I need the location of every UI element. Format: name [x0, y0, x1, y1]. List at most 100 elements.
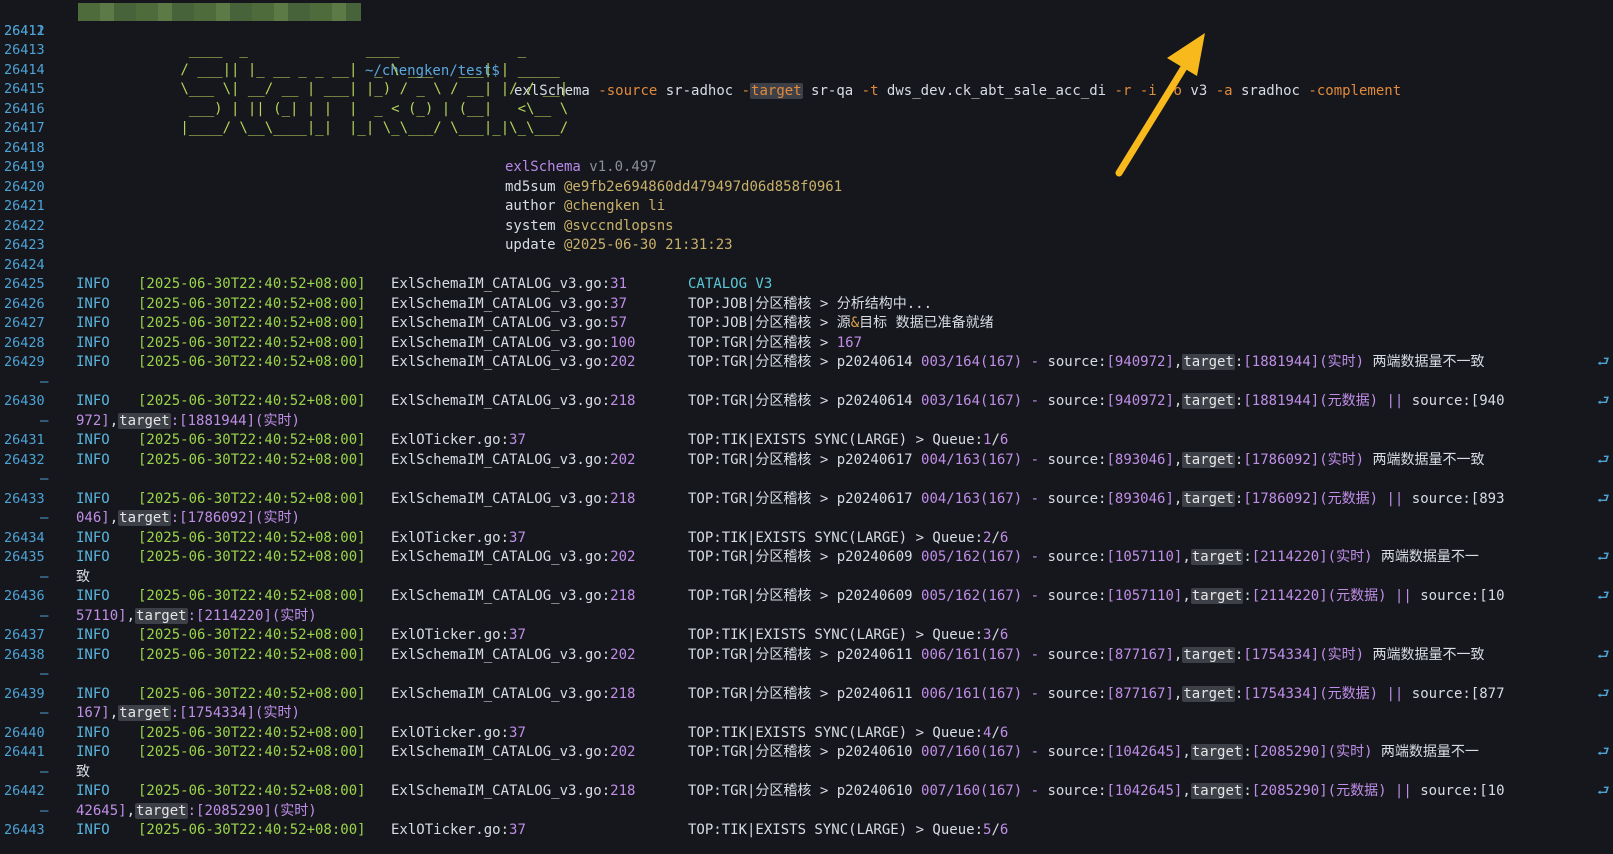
log-level: INFO [76, 549, 110, 565]
log-level: INFO [76, 295, 110, 312]
message-token: source:[940 [1411, 393, 1505, 409]
banner-row: 26416 ___) | || (_| | | | _ < (_) | (__|… [0, 99, 1613, 119]
meta-value: @svccndlopsns [555, 217, 674, 234]
meta-key: system @svccndlopsns [505, 217, 674, 234]
message-token: TOP:TIK|EXISTS SYNC(LARGE) > Queue: [688, 724, 984, 741]
log-message-continuation: 42645],target:[2085290](实时) [76, 801, 317, 821]
log-message-continuation: 致 [76, 567, 90, 587]
separator: : [500, 724, 510, 741]
terminal-window[interactable]: 26411 ~/chengken/test$ exlSchema -source… [0, 0, 1613, 854]
message-token: :[2085290](实时) [187, 802, 317, 819]
message-token: TOP:TGR|分区稽核 > p20240610 [688, 783, 922, 799]
log-message-continuation: 57110],target:[2114220](实时) [76, 606, 317, 626]
log-source-line: 37 [509, 432, 526, 448]
log-timestamp: [2025-06-30T22:40:52+08:00] [138, 627, 366, 643]
log-row-continuation: – 972],target:[1881944](实时) [0, 411, 1613, 431]
message-token: [1057110] [1106, 549, 1183, 565]
message-token: TOP:TIK|EXISTS SYNC(LARGE) > Queue: [688, 432, 984, 448]
log-level: INFO [76, 315, 110, 331]
message-token: , [1182, 549, 1191, 565]
message-token: , [109, 412, 119, 429]
wrap-dash-icon: – [40, 666, 49, 682]
message-token: source: [1047, 451, 1107, 468]
message-token: source:[893 [1411, 490, 1505, 507]
message-token: 6 [999, 822, 1009, 838]
log-timestamp: [2025-06-30T22:40:52+08:00] [138, 685, 366, 702]
line-number: 26434 [4, 529, 45, 546]
log-row: 26427 INFO [2025-06-30T22:40:52+08:00] ExlS… [0, 313, 1613, 333]
log-level: INFO [76, 490, 110, 507]
log-source-line: 218 [610, 783, 636, 799]
message-token: [2114220](实时) [1251, 549, 1373, 565]
message-token: source: [1047, 354, 1107, 370]
wrap-indicator-icon: ⮐ [1597, 646, 1610, 663]
message-token: TOP:TGR|分区稽核 > p20240614 [688, 354, 922, 370]
log-message: TOP:TIK|EXISTS SYNC(LARGE) > Queue:5/6 [688, 820, 1008, 840]
log-source-file: ExlOTicker.go:37 [391, 529, 526, 546]
log-level: INFO [76, 588, 110, 604]
log-source-line: 202 [610, 354, 636, 370]
meta-row: 26419 exlSchema v1.0.497 [0, 157, 1613, 177]
log-level: INFO [76, 724, 110, 741]
message-token: 目标 数据已准备就绪 [859, 315, 994, 331]
log-row: 26426 INFO [2025-06-30T22:40:52+08:00] ExlS… [0, 294, 1613, 314]
message-token: 两端数据量不一 [1372, 744, 1479, 760]
message-token: [2085290](元数据) || [1251, 783, 1421, 799]
line-number: 26420 [4, 178, 45, 195]
message-token: target [1182, 393, 1235, 409]
message-token: , [126, 802, 136, 819]
message-token: [2085290](实时) [1251, 744, 1373, 760]
log-timestamp: [2025-06-30T22:40:52+08:00] [138, 432, 366, 448]
log-message: TOP:TGR|分区稽核 > p20240614 003/164(167) - … [688, 352, 1485, 372]
log-message: TOP:TGR|分区稽核 > 167 [688, 333, 862, 353]
log-message-continuation: 046],target:[1786092](实时) [76, 508, 300, 528]
message-token: 046] [76, 510, 110, 526]
message-token: [893046] [1106, 490, 1174, 507]
log-timestamp: [2025-06-30T22:40:52+08:00] [138, 529, 366, 546]
message-token: target [1190, 744, 1244, 760]
log-message: TOP:TGR|分区稽核 > p20240610 007/160(167) - … [688, 742, 1479, 762]
wrap-dash-icon: – [40, 373, 49, 390]
line-number: 26441 [4, 744, 45, 760]
log-timestamp: [2025-06-30T22:40:52+08:00] [138, 822, 366, 838]
separator: : [601, 588, 611, 604]
line-number: 26429 [4, 354, 45, 370]
log-source-file: ExlSchemaIM_CATALOG_v3.go:218 [391, 783, 636, 799]
message-token: , [126, 607, 136, 624]
wrap-dash-icon: – [40, 705, 49, 721]
log-source-file: ExlOTicker.go:37 [391, 432, 526, 448]
separator: : [601, 451, 611, 468]
line-number: 26427 [4, 315, 45, 331]
wrap-indicator-icon: ⮐ [1597, 549, 1610, 565]
annotation-arrow-icon [1115, 33, 1205, 177]
log-timestamp: [2025-06-30T22:40:52+08:00] [138, 393, 366, 409]
message-token: TOP:TIK|EXISTS SYNC(LARGE) > Queue: [688, 822, 984, 838]
log-level: INFO [76, 393, 110, 409]
message-token: :[1881944](实时) [170, 412, 300, 429]
wrap-dash-icon: – [40, 412, 49, 429]
message-token: [1042645] [1106, 744, 1183, 760]
message-token: [1881944](实时) [1243, 354, 1365, 370]
log-level: INFO [76, 276, 110, 292]
message-token: CATALOG V3 [688, 276, 773, 292]
log-message: TOP:TIK|EXISTS SYNC(LARGE) > Queue:2/6 [688, 528, 1008, 548]
log-source-line: 37 [509, 724, 526, 741]
message-token: 003/164(167) - [921, 354, 1048, 370]
log-row: 26435 INFO [2025-06-30T22:40:52+08:00] ExlS… [0, 547, 1613, 567]
log-row: 26431 INFO [2025-06-30T22:40:52+08:00] ExlO… [0, 430, 1613, 450]
wrap-indicator-icon: ⮐ [1597, 490, 1610, 507]
message-token: 致 [76, 568, 90, 585]
message-token: TOP:TGR|分区稽核 > [688, 334, 837, 351]
log-timestamp: [2025-06-30T22:40:52+08:00] [138, 783, 366, 799]
message-token: [1754334](实时) [1243, 646, 1365, 663]
banner-art: ____ _ ____ _ [172, 42, 527, 58]
line-number: 26415 [4, 81, 45, 97]
log-level: INFO [76, 354, 110, 370]
log-source-line: 202 [610, 549, 636, 565]
message-token: 972] [76, 412, 110, 429]
separator: : [601, 744, 611, 760]
banner-row: 26415 \___ \| __/ __ | ___| |_) / _ \ / … [0, 79, 1613, 99]
log-source-line: 37 [509, 627, 526, 643]
separator: : [601, 315, 611, 331]
log-source-line: 218 [610, 685, 636, 702]
